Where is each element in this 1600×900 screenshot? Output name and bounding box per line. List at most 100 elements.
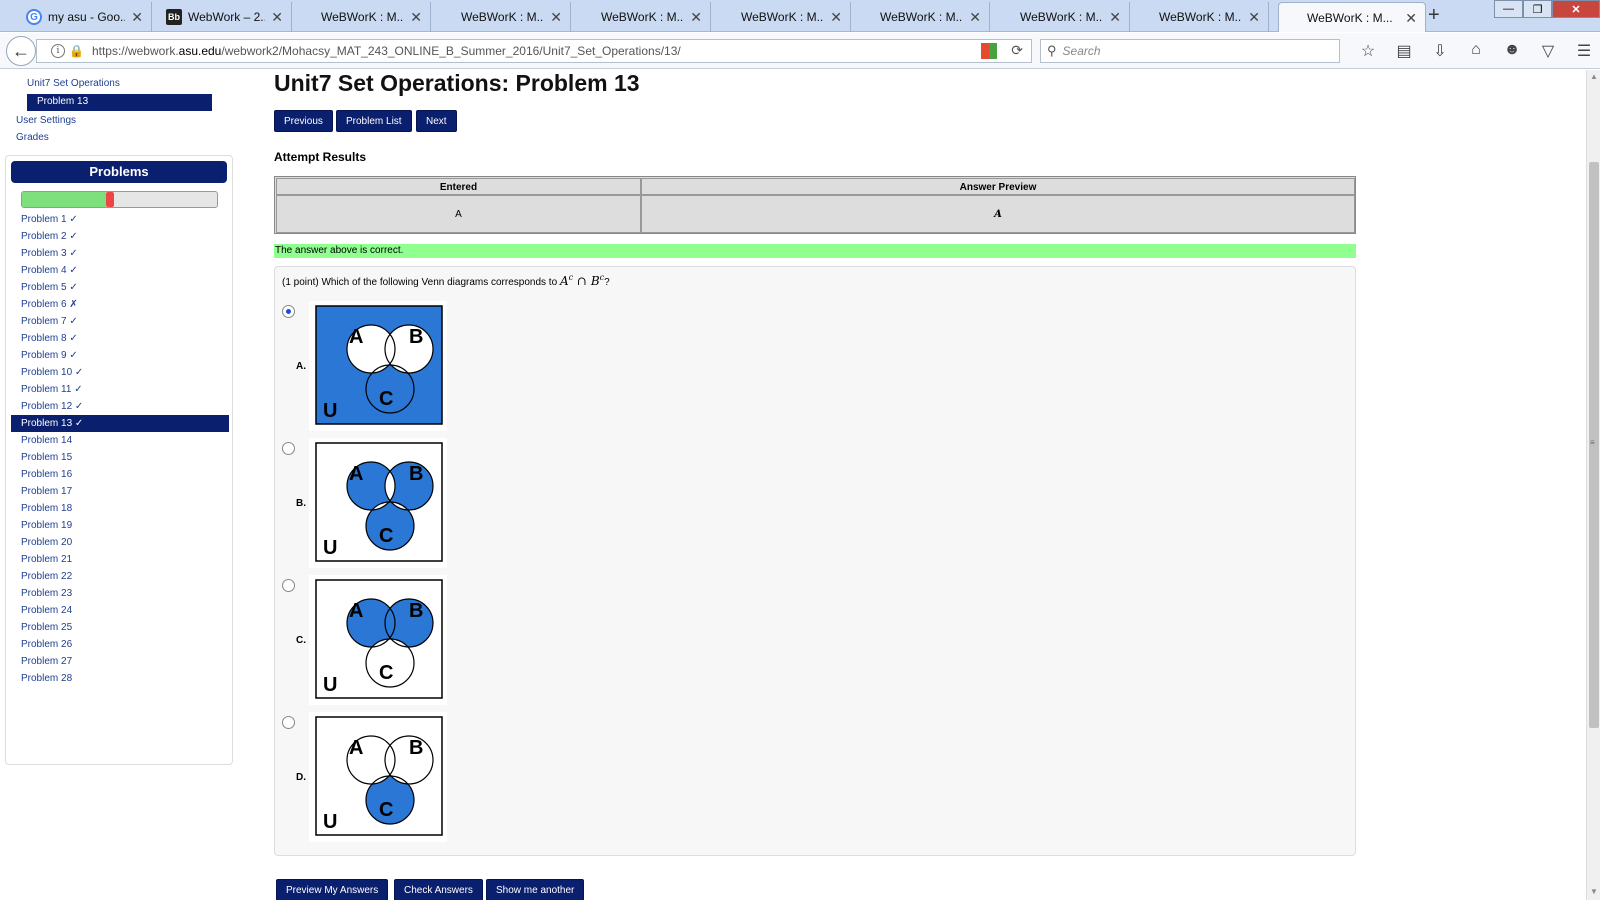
problem-list-item[interactable]: Problem 1 ✓ (11, 211, 229, 228)
problem-list-item[interactable]: Problem 9 ✓ (11, 347, 229, 364)
reload-icon[interactable]: ⟳ (1011, 42, 1023, 59)
chat-icon[interactable]: ☻ (1494, 41, 1530, 61)
problem-list-item[interactable]: Problem 4 ✓ (11, 262, 229, 279)
svg-text:A: A (349, 600, 363, 622)
check-answers-button[interactable]: Check Answers (394, 879, 483, 900)
next-button[interactable]: Next (416, 110, 457, 132)
problem-list-item[interactable]: Problem 19 (11, 517, 229, 534)
option-radio[interactable] (282, 716, 295, 729)
tab-close-icon[interactable]: ✕ (830, 9, 842, 26)
browser-tab[interactable]: WeBWorK : M... ✕ (433, 2, 571, 32)
problem-list-item[interactable]: Problem 20 (11, 534, 229, 551)
preview-answers-button[interactable]: Preview My Answers (276, 879, 389, 900)
url-bar[interactable]: i 🔒 https://webwork.asu.edu/webwork2/Moh… (36, 39, 1032, 63)
vertical-scrollbar[interactable]: ▲ ≡ ▼ (1586, 70, 1600, 900)
tab-close-icon[interactable]: ✕ (1109, 9, 1121, 26)
tab-close-icon[interactable]: ✕ (1248, 9, 1260, 26)
close-window-icon[interactable]: ✕ (1552, 0, 1600, 18)
new-tab-button[interactable]: + (1428, 4, 1440, 27)
minimize-icon[interactable]: — (1494, 0, 1523, 18)
browser-tab[interactable]: WeBWorK : M... ✕ (713, 2, 851, 32)
problem-status-icon: ✓ (69, 316, 78, 327)
problem-list-item[interactable]: Problem 12 ✓ (11, 398, 229, 415)
back-button[interactable]: ← (6, 36, 36, 66)
problem-list-item[interactable]: Problem 25 (11, 619, 229, 636)
problem-box: (1 point) Which of the following Venn di… (274, 266, 1356, 856)
restore-icon[interactable]: ❐ (1523, 0, 1552, 18)
problem-label: Problem 3 (21, 248, 67, 259)
problem-list-item[interactable]: Problem 27 (11, 653, 229, 670)
browser-tab[interactable]: WeBWorK : M... ✕ (1278, 2, 1426, 32)
info-icon[interactable]: i (51, 44, 65, 58)
problem-list-item[interactable]: Problem 5 ✓ (11, 279, 229, 296)
browser-tab[interactable]: WeBWorK : M... ✕ (992, 2, 1130, 32)
problem-label: Problem 22 (21, 571, 73, 582)
tab-close-icon[interactable]: ✕ (1405, 10, 1417, 27)
scroll-grip-icon: ≡ (1590, 438, 1595, 447)
back-arrow-icon: ← (12, 40, 30, 61)
problem-list-item[interactable]: Problem 26 (11, 636, 229, 653)
problem-list-item[interactable]: Problem 24 (11, 602, 229, 619)
problem-list-item[interactable]: Problem 21 (11, 551, 229, 568)
problem-list-item[interactable]: Problem 10 ✓ (11, 364, 229, 381)
option-radio[interactable] (282, 305, 295, 318)
pocket-icon[interactable]: ▽ (1530, 41, 1566, 61)
problem-list-item[interactable]: Problem 28 (11, 670, 229, 687)
menu-icon[interactable]: ☰ (1566, 41, 1600, 61)
problem-list-item[interactable]: Problem 6 ✗ (11, 296, 229, 313)
svg-text:B: B (409, 463, 423, 485)
bookmark-star-icon[interactable]: ☆ (1350, 41, 1386, 61)
scroll-down-icon[interactable]: ▼ (1590, 887, 1598, 896)
tab-close-icon[interactable]: ✕ (131, 9, 143, 26)
browser-tab[interactable]: WeBWorK : M... ✕ (1131, 2, 1269, 32)
tab-close-icon[interactable]: ✕ (410, 9, 422, 26)
tab-close-icon[interactable]: ✕ (690, 9, 702, 26)
option-radio[interactable] (282, 442, 295, 455)
tab-close-icon[interactable]: ✕ (271, 9, 283, 26)
sidebar-set-link[interactable]: Unit7 Set Operations (27, 78, 120, 89)
sidebar-user-settings[interactable]: User Settings (16, 115, 76, 126)
scroll-up-icon[interactable]: ▲ (1590, 72, 1598, 81)
question-prefix: (1 point) Which of the following Venn di… (282, 277, 560, 288)
problem-list-item[interactable]: Problem 8 ✓ (11, 330, 229, 347)
previous-button[interactable]: Previous (274, 110, 333, 132)
tab-close-icon[interactable]: ✕ (550, 9, 562, 26)
blank-favicon-icon (864, 9, 874, 25)
reading-list-icon[interactable]: ▤ (1386, 41, 1422, 61)
home-icon[interactable]: ⌂ (1458, 41, 1494, 61)
problem-list-item[interactable]: Problem 22 (11, 568, 229, 585)
sidebar-grades[interactable]: Grades (16, 132, 49, 143)
extension-icon[interactable] (981, 43, 997, 59)
problem-list-item[interactable]: Problem 17 (11, 483, 229, 500)
problem-list-item[interactable]: Problem 16 (11, 466, 229, 483)
problem-list-item[interactable]: Problem 23 (11, 585, 229, 602)
problem-status-icon: ✓ (69, 350, 78, 361)
browser-tab[interactable]: WeBWorK : M... ✕ (852, 2, 990, 32)
problems-header: Problems (11, 161, 227, 183)
problem-list-item[interactable]: Problem 18 (11, 500, 229, 517)
download-icon[interactable]: ⇩ (1422, 41, 1458, 61)
tab-close-icon[interactable]: ✕ (969, 9, 981, 26)
tab-title: WeBWorK : M... (1307, 10, 1393, 25)
problem-list-item[interactable]: Problem 3 ✓ (11, 245, 229, 262)
problem-list-item[interactable]: Problem 7 ✓ (11, 313, 229, 330)
problem-label: Problem 25 (21, 622, 73, 633)
browser-tab[interactable]: WeBWorK : M... ✕ (573, 2, 711, 32)
browser-tab[interactable]: Bb WebWork – 2... ✕ (154, 2, 292, 32)
problem-list-item[interactable]: Problem 11 ✓ (11, 381, 229, 398)
search-input[interactable]: ⚲ Search (1040, 39, 1340, 63)
problem-label: Problem 16 (21, 469, 73, 480)
problem-list-item[interactable]: Problem 15 (11, 449, 229, 466)
problem-label: Problem 13 (21, 418, 73, 429)
problem-list-item[interactable]: Problem 14 (11, 432, 229, 449)
problem-label: Problem 7 (21, 316, 67, 327)
blank-favicon-icon (585, 9, 595, 25)
problem-list-item[interactable]: Problem 2 ✓ (11, 228, 229, 245)
browser-tab[interactable]: Gmy asu - Goo... ✕ (14, 2, 152, 32)
problem-list-item[interactable]: Problem 13 ✓ (11, 415, 229, 432)
show-another-button[interactable]: Show me another (486, 879, 585, 900)
option-radio[interactable] (282, 579, 295, 592)
browser-tab[interactable]: WeBWorK : M... ✕ (293, 2, 431, 32)
sidebar-active-problem[interactable]: Problem 13 (27, 94, 212, 111)
problem-list-button[interactable]: Problem List (336, 110, 412, 132)
